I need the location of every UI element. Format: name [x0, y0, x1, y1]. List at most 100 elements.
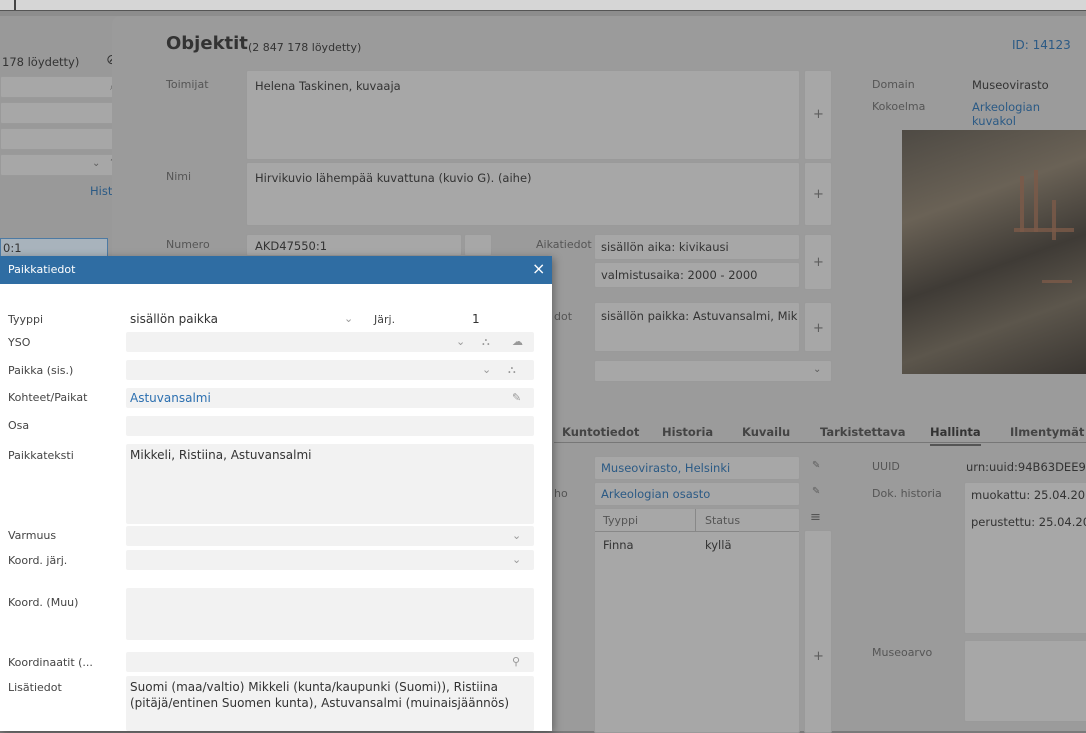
table-cell: kyllä: [705, 538, 732, 552]
edit-icon[interactable]: ✎: [812, 460, 820, 471]
paikkateksti-value: Mikkeli, Ristiina, Astuvansalmi: [130, 448, 312, 462]
yso-label: YSO: [8, 336, 31, 349]
koordinaatit-input[interactable]: ⚲: [126, 652, 534, 672]
tyyppi-value: sisällön paikka: [130, 312, 218, 326]
yso-select[interactable]: ⌄ ⛬ ☁: [126, 332, 534, 352]
toimijat-field[interactable]: Helena Taskinen, kuvaaja: [246, 70, 800, 160]
domain-value: Museovirasto: [972, 78, 1049, 92]
chevron-down-icon: ⌄: [92, 158, 101, 169]
hierarchy-icon[interactable]: ⛬: [482, 335, 490, 349]
yksikko-label: ho: [554, 487, 568, 500]
koord-muu-textarea[interactable]: [126, 588, 534, 640]
chevron-down-icon: ⌄: [512, 529, 522, 542]
kokoelma-label: Kokoelma: [872, 100, 926, 113]
kohteet-field[interactable]: Astuvansalmi ✎: [126, 388, 534, 408]
lisatiedot-line-1: Suomi (maa/valtio) Mikkeli (kunta/kaupun…: [130, 680, 498, 694]
organisaatio-field[interactable]: Museovirasto, Helsinki: [594, 456, 800, 480]
chevron-down-icon: ⌄: [344, 312, 354, 325]
uuid-label: UUID: [872, 460, 900, 473]
numero-field[interactable]: AKD47550:1: [246, 234, 462, 256]
jarj-input[interactable]: 1: [466, 308, 534, 330]
tab-hallinta[interactable]: Hallinta: [930, 425, 981, 446]
nimi-field[interactable]: Hirvikuvio lähempää kuvattuna (kuvio G).…: [246, 162, 800, 226]
filter-select-1[interactable]: [0, 102, 128, 124]
table-add-button[interactable]: +: [804, 530, 832, 733]
chevron-down-icon: ⌄: [482, 363, 492, 376]
numero-label: Numero: [166, 238, 210, 251]
osa-input[interactable]: [126, 416, 534, 436]
tab-kuvailu[interactable]: Kuvailu: [742, 425, 790, 439]
search-input[interactable]: [0, 76, 128, 98]
table-cell: Finna: [603, 538, 634, 552]
yksikko-field[interactable]: Arkeologian osasto: [594, 482, 800, 506]
aika-value-2: valmistusaika: 2000 - 2000: [601, 268, 758, 282]
kokoelma-link[interactable]: Arkeologian kuvakol: [972, 100, 1086, 128]
chevron-down-icon: ⌄: [456, 335, 466, 348]
toimijat-add-button[interactable]: +: [804, 70, 832, 160]
object-id: ID: 14123: [1012, 38, 1071, 52]
lisatiedot-line-2: (pitäjä/entinen Suomen kunta), Astuvansa…: [130, 696, 510, 710]
dok-historia-field: muokattu: 25.04.20 perustettu: 25.04.20: [964, 482, 1086, 634]
koordinaatit-label: Koordinaatit (...: [8, 656, 93, 669]
tab-historia[interactable]: Historia: [662, 425, 713, 439]
lisatiedot-textarea[interactable]: Suomi (maa/valtio) Mikkeli (kunta/kaupun…: [126, 676, 534, 731]
koord-muu-label: Koord. (Muu): [8, 596, 79, 609]
hierarchy-icon[interactable]: ⛬: [508, 363, 516, 377]
museoarvo-label: Museoarvo: [872, 646, 933, 659]
nimi-value: Hirvikuvio lähempää kuvattuna (kuvio G).…: [255, 171, 532, 185]
museoarvo-field[interactable]: [964, 640, 1086, 722]
organisaatio-value[interactable]: Museovirasto, Helsinki: [601, 461, 730, 475]
dok-historia-label: Dok. historia: [872, 487, 942, 500]
numero-extra[interactable]: [464, 234, 492, 256]
paikka-field[interactable]: sisällön paikka: Astuvansalmi, Mik: [594, 302, 800, 352]
extra-select[interactable]: ⌄: [594, 360, 832, 382]
aika-field-1[interactable]: sisällön aika: kivikausi: [594, 234, 800, 260]
sort-select[interactable]: [0, 154, 128, 176]
paikka-sis-label: Paikka (sis.): [8, 364, 74, 377]
nimi-label: Nimi: [166, 170, 192, 183]
paikkatiedot-dialog: Paikkatiedot × Tyyppi sisällön paikka ⌄ …: [0, 256, 552, 731]
tab-ilmentymat[interactable]: Ilmentymät: [1010, 425, 1084, 439]
jarj-value: 1: [472, 312, 480, 326]
left-count: 178 löydetty): [2, 55, 80, 69]
koord-jarj-select[interactable]: ⌄: [126, 550, 534, 570]
menu-icon[interactable]: ≡: [810, 510, 821, 525]
map-pin-icon[interactable]: ⚲: [512, 655, 520, 668]
paikkateksti-label: Paikkateksti: [8, 449, 74, 462]
window-top-strip: [0, 0, 1086, 11]
tyyppi-label: Tyyppi: [8, 313, 44, 326]
chevron-down-icon: ⌄: [512, 553, 522, 566]
paikkateksti-textarea[interactable]: Mikkeli, Ristiina, Astuvansalmi: [126, 444, 534, 524]
numero-value: AKD47550:1: [255, 239, 328, 253]
tab-tarkistettava[interactable]: Tarkistettava: [820, 425, 906, 439]
paikkatiedot-label: dot: [554, 310, 573, 323]
toimijat-label: Toimijat: [166, 78, 209, 91]
filter-select-2[interactable]: [0, 128, 128, 150]
object-photo[interactable]: [902, 130, 1086, 374]
aika-add-button[interactable]: +: [804, 234, 832, 290]
yksikko-value[interactable]: Arkeologian osasto: [601, 487, 710, 501]
tyyppi-select[interactable]: sisällön paikka ⌄: [126, 308, 366, 330]
publication-table: Tyyppi Status Finna kyllä: [594, 508, 800, 733]
dialog-header: Paikkatiedot ×: [0, 256, 552, 284]
jarj-label: Järj.: [374, 313, 396, 326]
nimi-add-button[interactable]: +: [804, 162, 832, 226]
aika-field-2[interactable]: valmistusaika: 2000 - 2000: [594, 262, 800, 288]
aikatiedot-label: Aikatiedot: [536, 238, 592, 251]
domain-label: Domain: [872, 78, 915, 91]
kohteet-label: Kohteet/Paikat: [8, 391, 88, 404]
cloud-icon[interactable]: ☁: [512, 335, 523, 348]
varmuus-select[interactable]: ⌄: [126, 526, 534, 546]
aika-value-1: sisällön aika: kivikausi: [601, 240, 729, 254]
paikka-sis-select[interactable]: ⌄ ⛬: [126, 360, 534, 380]
lisatiedot-label: Lisätiedot: [8, 681, 62, 694]
edit-icon[interactable]: ✎: [512, 391, 521, 404]
close-icon[interactable]: ×: [532, 259, 545, 278]
kohteet-link[interactable]: Astuvansalmi: [130, 391, 211, 405]
edit-icon[interactable]: ✎: [812, 486, 820, 497]
table-header: Tyyppi: [603, 514, 639, 527]
varmuus-label: Varmuus: [8, 529, 57, 542]
tab-kuntotiedot[interactable]: Kuntotiedot: [562, 425, 639, 439]
paikka-add-button[interactable]: +: [804, 302, 832, 352]
paikka-value: sisällön paikka: Astuvansalmi, Mik: [601, 309, 798, 323]
